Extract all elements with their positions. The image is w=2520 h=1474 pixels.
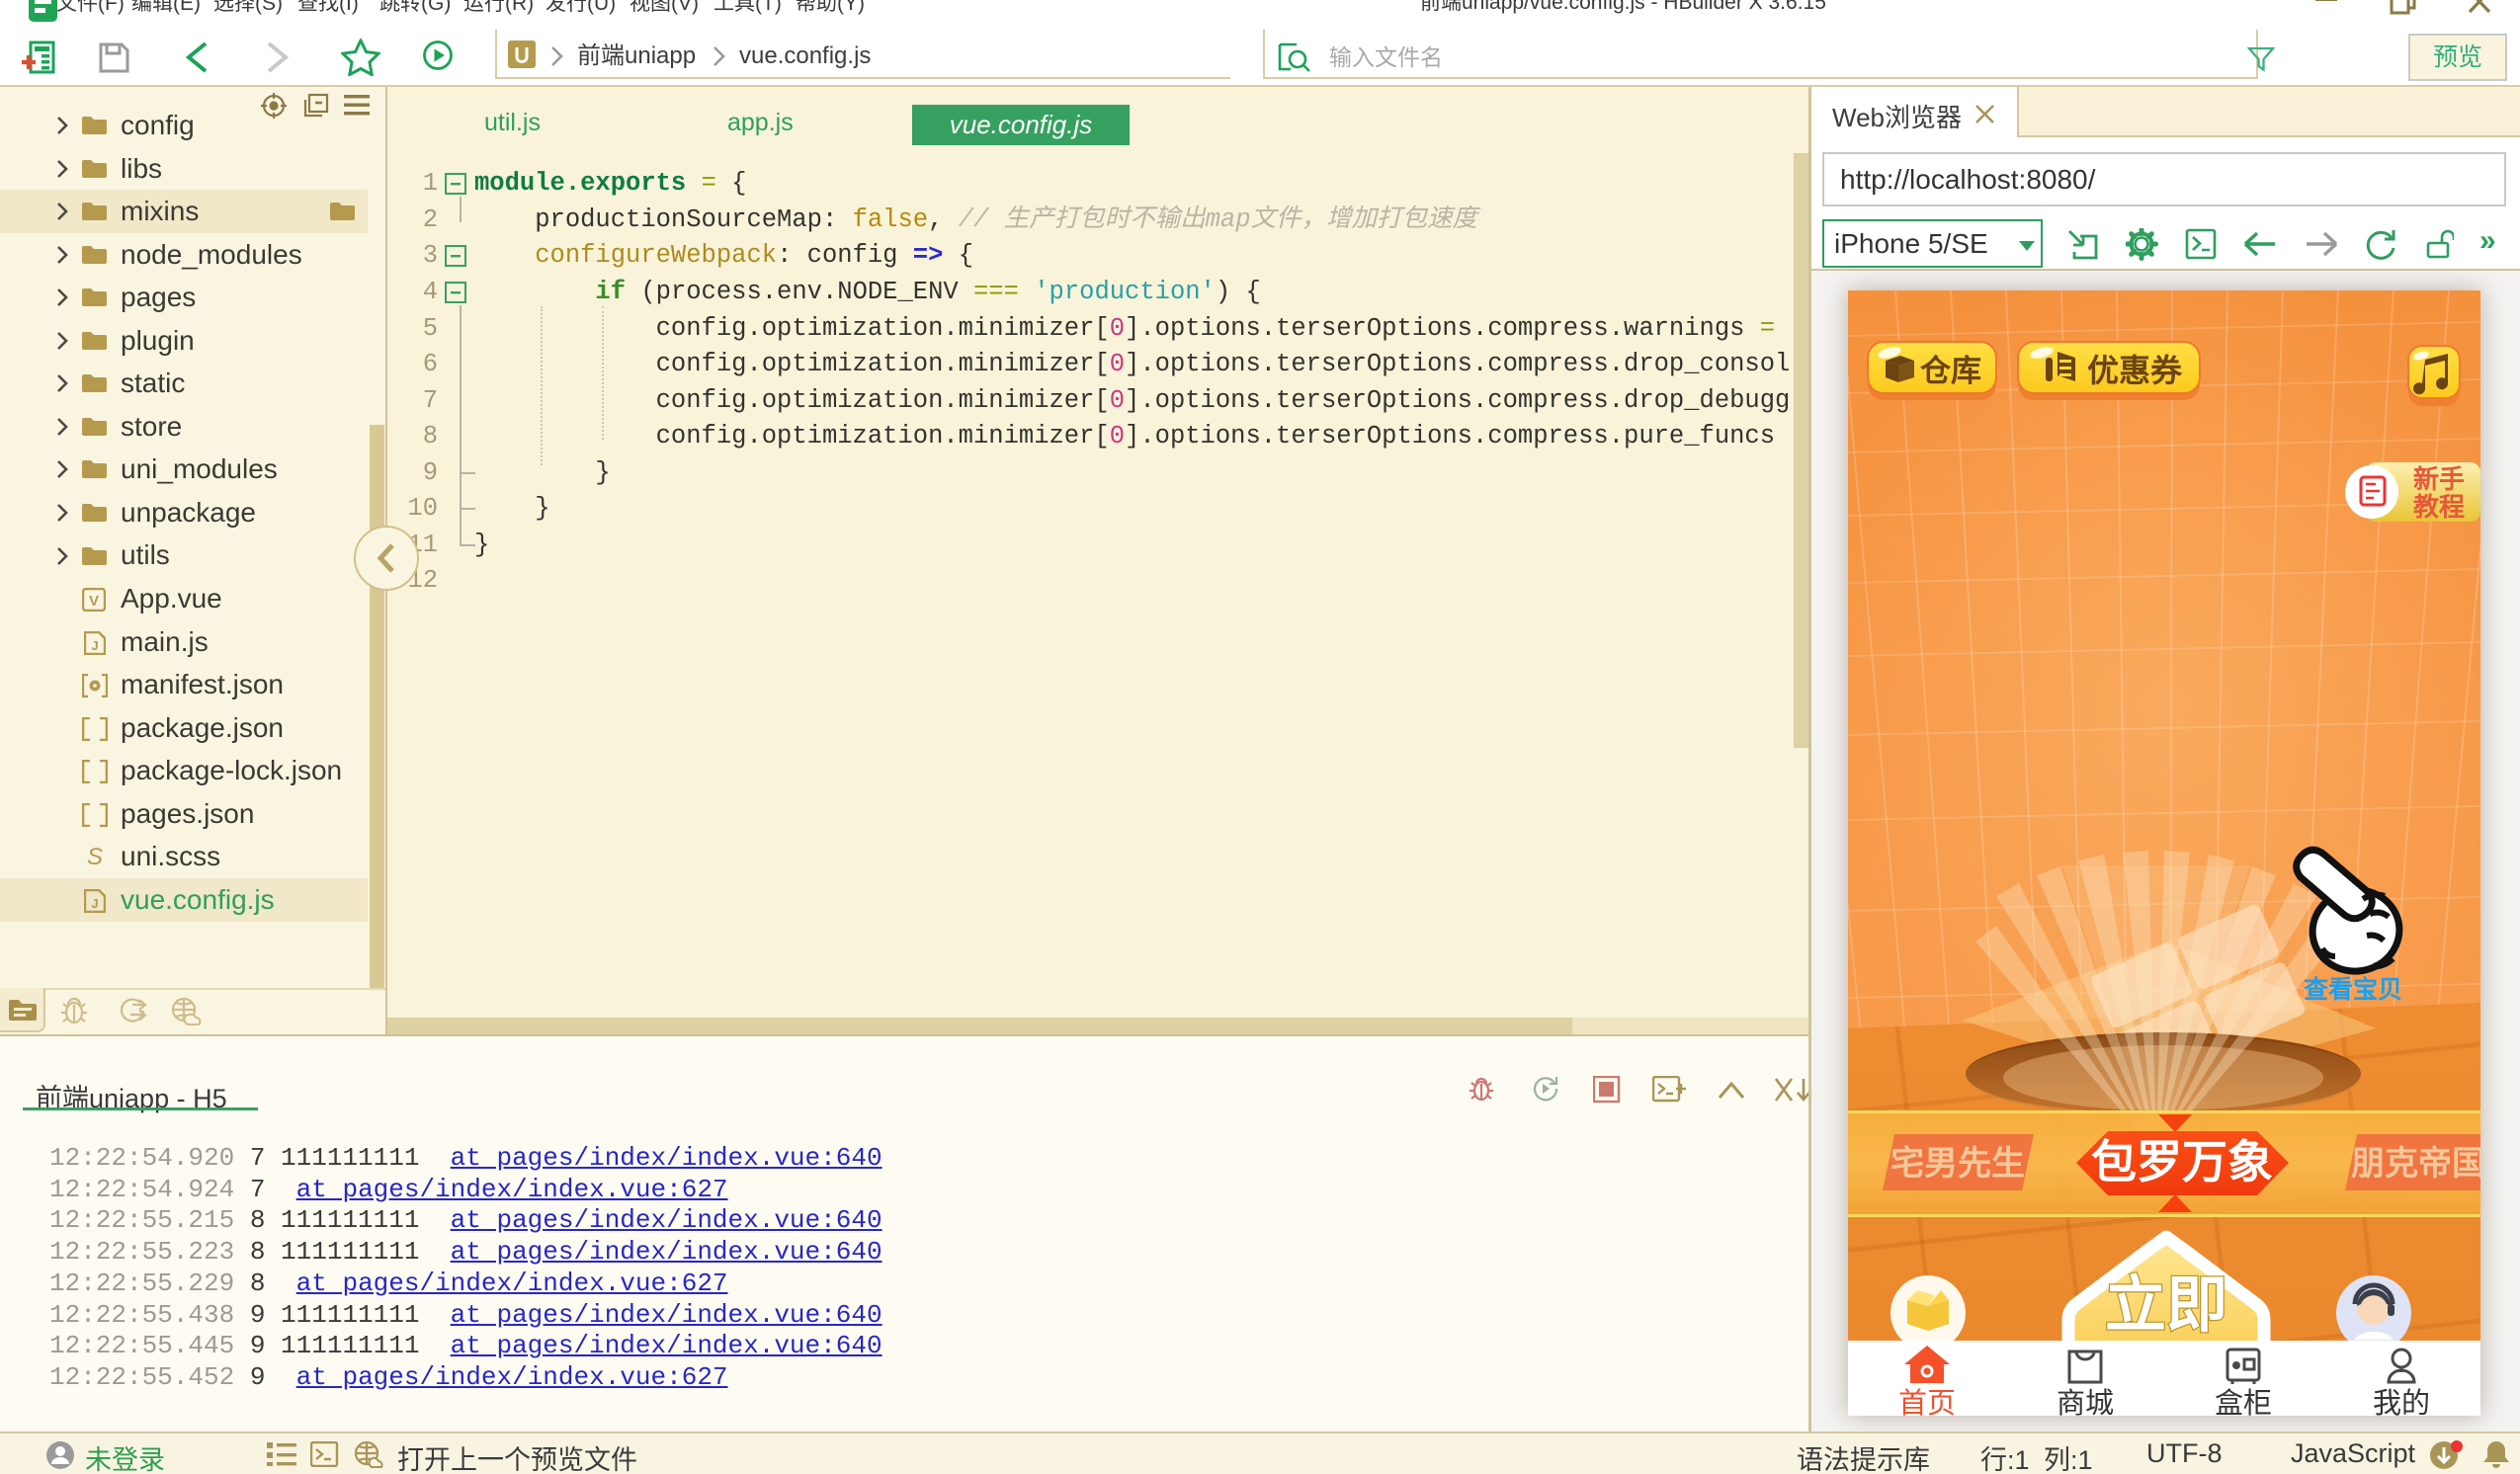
svg-text:宅男先生: 宅男先生 [1890,1144,2025,1183]
svg-text:朋克帝国: 朋克帝国 [2351,1145,2480,1183]
svg-text:教程: 教程 [2413,492,2465,522]
svg-text:新手: 新手 [2413,464,2465,494]
svg-text:包罗万象: 包罗万象 [2091,1136,2273,1187]
svg-text:盒柜: 盒柜 [2215,1387,2272,1416]
svg-text:V: V [89,593,99,610]
svg-text:我的: 我的 [2373,1387,2430,1416]
svg-text:S: S [87,846,103,869]
svg-text:仓库: 仓库 [1920,354,1981,388]
svg-text:J: J [91,896,98,911]
svg-text:商城: 商城 [2057,1387,2114,1416]
svg-text:立即: 立即 [2105,1271,2227,1340]
svg-text:查看宝贝: 查看宝贝 [2304,975,2402,1004]
svg-text:首页: 首页 [1898,1387,1956,1416]
svg-text:J: J [91,638,98,653]
svg-text:优惠券: 优惠券 [2087,353,2183,388]
